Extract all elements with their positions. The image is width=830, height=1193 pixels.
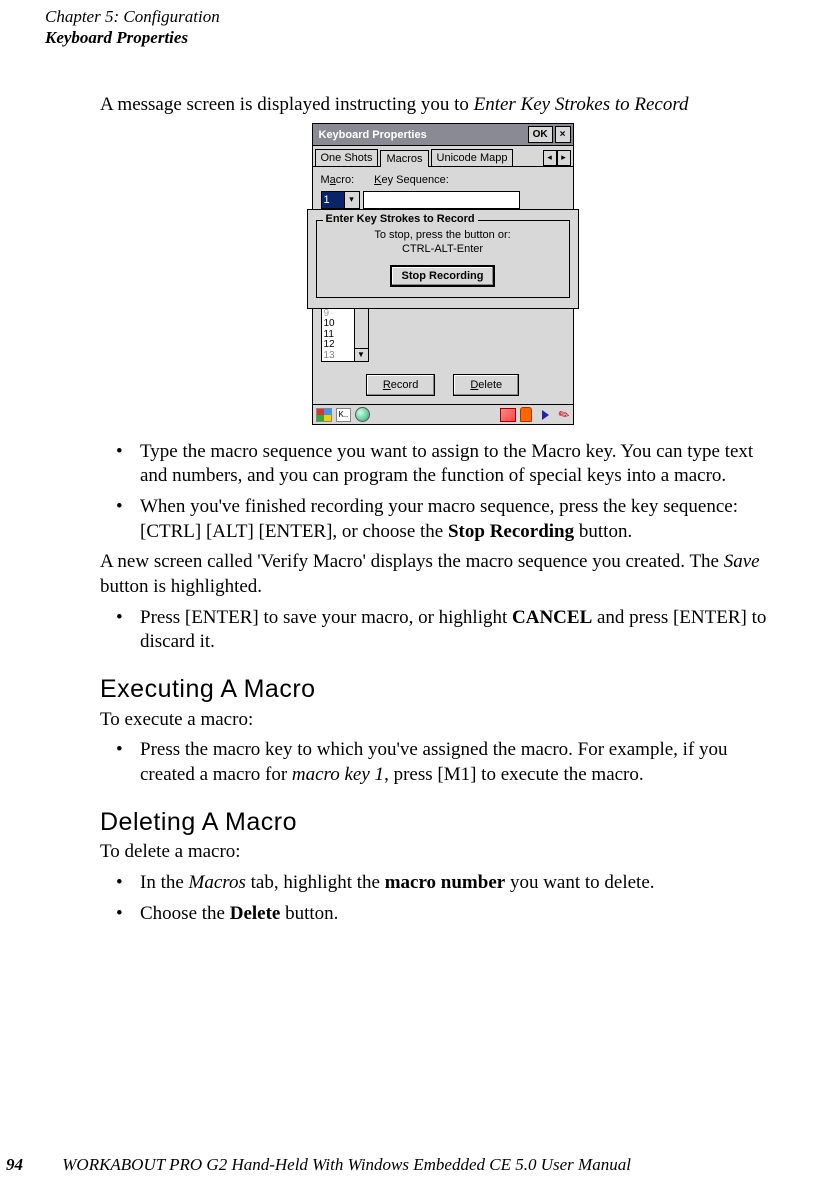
macro-list-values: 9 10 11 12 13 [322, 309, 354, 362]
verify-macro-paragraph: A new screen called 'Verify Macro' displ… [100, 550, 785, 599]
footer-title: WORKABOUT PRO G2 Hand-Held With Windows … [62, 1155, 631, 1174]
del-intro: To delete a macro: [100, 840, 785, 865]
list-item: In the Macros tab, highlight the macro n… [100, 871, 785, 896]
globe-icon[interactable] [355, 407, 370, 422]
tab-one-shots[interactable]: One Shots [315, 149, 379, 166]
tab-unicode-mapping[interactable]: Unicode Mapp [431, 149, 514, 166]
list-item: Choose the Delete button. [100, 902, 785, 927]
intro-text: A message screen is displayed instructin… [100, 94, 474, 115]
tab-scroll-right[interactable]: ▸ [557, 150, 571, 166]
page-header: Chapter 5: Configuration Keyboard Proper… [45, 0, 785, 49]
list-scrollbar[interactable]: ▼ [354, 309, 368, 362]
tab-strip: One Shots Macros Unicode Mapp ◂ ▸ [313, 146, 573, 166]
stop-recording-button[interactable]: Stop Recording [390, 265, 496, 287]
exec-intro: To execute a macro: [100, 708, 785, 733]
start-flag-icon[interactable] [316, 408, 332, 422]
tab-scroll-left[interactable]: ◂ [543, 150, 557, 166]
record-legend: Enter Key Strokes to Record [323, 212, 478, 226]
macro-value: 1 [322, 192, 344, 208]
page-content: A message screen is displayed instructin… [100, 93, 785, 927]
tray-icon-a[interactable] [500, 408, 516, 422]
list-item: When you've finished recording your macr… [100, 495, 785, 544]
page-footer: 94 WORKABOUT PRO G2 Hand-Held With Windo… [0, 1155, 830, 1175]
bullet-list-del: In the Macros tab, highlight the macro n… [100, 871, 785, 926]
taskbar: K.. ✎ [313, 404, 573, 424]
record-message: To stop, press the button or: CTRL-ALT-E… [323, 229, 563, 257]
record-groupbox: Enter Key Strokes to Record To stop, pre… [316, 220, 570, 298]
window: Keyboard Properties OK × One Shots Macro… [312, 123, 574, 425]
window-titlebar: Keyboard Properties OK × [313, 124, 573, 146]
button-row: Record Delete [313, 374, 573, 396]
record-button[interactable]: Record [366, 374, 435, 396]
macro-combobox[interactable]: 1 ▾ [321, 191, 360, 209]
heading-deleting-macro: Deleting A Macro [100, 806, 785, 839]
key-sequence-label: Key Sequence: [374, 173, 449, 187]
ok-button[interactable]: OK [528, 126, 553, 143]
bullet-list-2: Press [ENTER] to save your macro, or hig… [100, 606, 785, 655]
section-label: Keyboard Properties [45, 27, 785, 48]
heading-executing-macro: Executing A Macro [100, 673, 785, 706]
expand-tray-icon[interactable] [542, 410, 549, 420]
tab-macros[interactable]: Macros [380, 150, 428, 167]
pen-icon[interactable]: ✎ [555, 405, 573, 425]
tab-scroll: ◂ ▸ [543, 150, 571, 166]
page-number: 94 [0, 1155, 58, 1175]
window-title: Keyboard Properties [319, 128, 526, 142]
taskbar-keyboard-item[interactable]: K.. [336, 408, 352, 422]
list-item: Press the macro key to which you've assi… [100, 738, 785, 787]
intro-italic: Enter Key Strokes to Record [474, 94, 689, 115]
bullet-list-1: Type the macro sequence you want to assi… [100, 440, 785, 545]
tab-body: Macro: Key Sequence: 1 ▾ Enter Key Strok… [313, 166, 573, 404]
bullet-list-exec: Press the macro key to which you've assi… [100, 738, 785, 787]
macro-label: Macro: [321, 173, 355, 187]
key-sequence-input[interactable] [363, 191, 520, 209]
list-item: Type the macro sequence you want to assi… [100, 440, 785, 489]
scroll-down-icon[interactable]: ▼ [355, 348, 368, 361]
macro-listbox[interactable]: 9 10 11 12 13 ▼ [321, 308, 369, 363]
close-button[interactable]: × [555, 126, 571, 143]
chapter-label: Chapter 5: Configuration [45, 6, 785, 27]
intro-paragraph: A message screen is displayed instructin… [100, 93, 785, 118]
screenshot-figure: Keyboard Properties OK × One Shots Macro… [100, 123, 785, 429]
tray-icon-b[interactable] [520, 407, 532, 422]
record-overlay: Enter Key Strokes to Record To stop, pre… [307, 209, 579, 309]
delete-button[interactable]: Delete [453, 374, 519, 396]
chevron-down-icon[interactable]: ▾ [344, 192, 359, 208]
list-item: Press [ENTER] to save your macro, or hig… [100, 606, 785, 655]
